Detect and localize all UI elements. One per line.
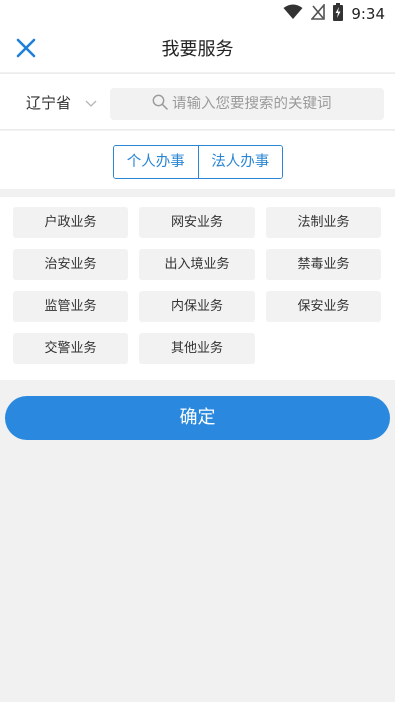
segmented-control: 个人办事 法人办事 bbox=[113, 145, 283, 179]
search-icon bbox=[152, 94, 168, 114]
search-input[interactable] bbox=[172, 96, 342, 112]
category-button[interactable]: 网安业务 bbox=[139, 207, 255, 238]
status-bar: 9:34 bbox=[0, 0, 395, 28]
category-button[interactable]: 户政业务 bbox=[13, 207, 128, 238]
category-button[interactable]: 治安业务 bbox=[13, 249, 128, 280]
confirm-button[interactable]: 确定 bbox=[5, 396, 390, 440]
close-icon bbox=[16, 38, 36, 62]
search-box[interactable] bbox=[110, 88, 384, 120]
tabs-row: 个人办事 法人办事 bbox=[0, 131, 395, 189]
province-dropdown[interactable]: 辽宁省 bbox=[26, 88, 97, 116]
category-button[interactable]: 其他业务 bbox=[139, 333, 255, 364]
category-button[interactable]: 出入境业务 bbox=[139, 249, 255, 280]
tab-corporate[interactable]: 法人办事 bbox=[197, 146, 282, 178]
category-button[interactable]: 内保业务 bbox=[139, 291, 255, 322]
battery-charging-icon bbox=[333, 3, 344, 25]
chevron-down-icon bbox=[85, 93, 97, 112]
category-button[interactable]: 法制业务 bbox=[266, 207, 381, 238]
category-button[interactable]: 保安业务 bbox=[266, 291, 381, 322]
wifi-icon bbox=[283, 4, 303, 24]
close-button[interactable] bbox=[14, 38, 38, 62]
category-button[interactable]: 监管业务 bbox=[13, 291, 128, 322]
category-panel: 户政业务 网安业务 法制业务 治安业务 出入境业务 禁毒业务 监管业务 内保业务… bbox=[0, 197, 395, 380]
tab-personal[interactable]: 个人办事 bbox=[114, 146, 198, 178]
category-button[interactable]: 交警业务 bbox=[13, 333, 128, 364]
no-signal-icon bbox=[310, 2, 326, 24]
category-grid: 户政业务 网安业务 法制业务 治安业务 出入境业务 禁毒业务 监管业务 内保业务… bbox=[13, 207, 381, 364]
province-label: 辽宁省 bbox=[26, 93, 72, 112]
page-title: 我要服务 bbox=[161, 39, 234, 60]
header: 我要服务 bbox=[0, 28, 395, 72]
status-icons: 9:34 bbox=[283, 2, 385, 25]
search-row: 辽宁省 bbox=[0, 73, 395, 130]
status-time: 9:34 bbox=[351, 5, 385, 23]
category-button[interactable]: 禁毒业务 bbox=[266, 249, 381, 280]
